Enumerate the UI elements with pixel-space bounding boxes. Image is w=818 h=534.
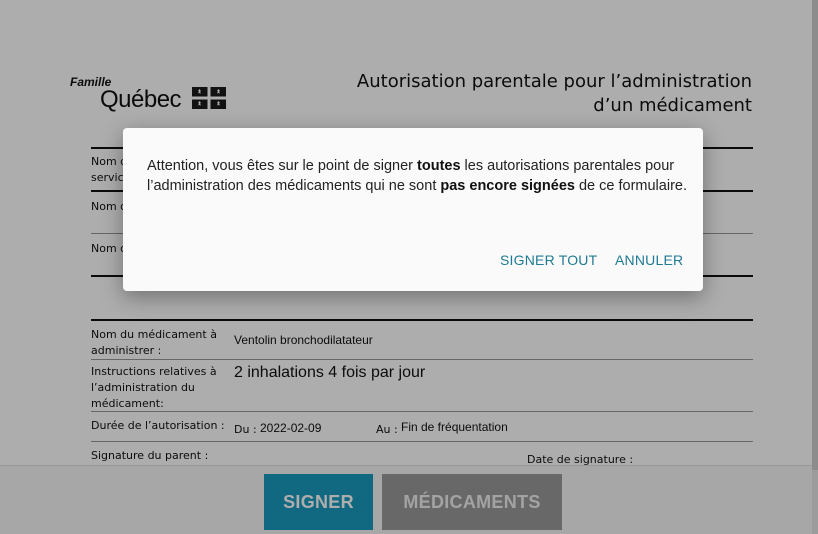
dialog-message-emphasis: pas encore signées [440,177,575,194]
dialog-message-emphasis: toutes [417,158,461,174]
dialog-message: Attention, vous êtes sur le point de sig… [147,157,687,196]
confirm-sign-all-dialog: Attention, vous êtes sur le point de sig… [123,128,703,291]
dialog-message-text: de ce formulaire. [574,177,687,194]
annuler-button[interactable]: ANNULER [615,252,683,268]
dialog-message-text: Attention, vous êtes sur le point de sig… [147,158,418,174]
signer-tout-button[interactable]: SIGNER TOUT [500,252,597,268]
